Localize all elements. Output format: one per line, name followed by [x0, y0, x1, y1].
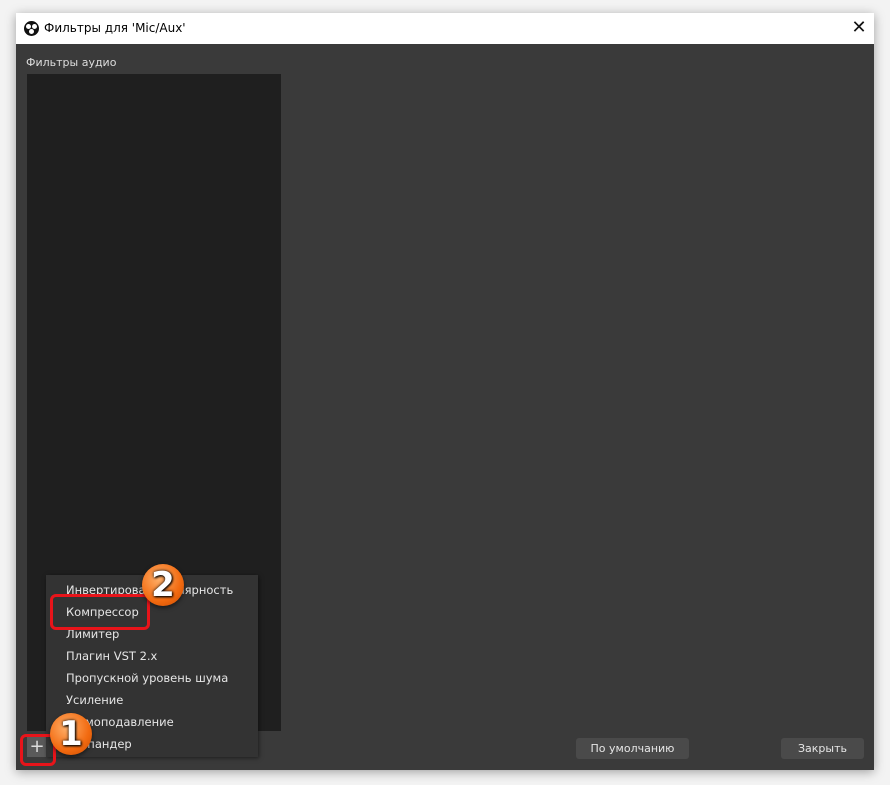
- title-bar: Фильтры для 'Mic/Aux' ✕: [16, 13, 874, 44]
- highlight-compressor: [50, 594, 150, 630]
- step-badge-1: 1: [50, 713, 92, 755]
- menu-item-gain[interactable]: Усиление: [66, 693, 123, 707]
- menu-item-vst-plugin[interactable]: Плагин VST 2.x: [66, 649, 157, 663]
- step-badge-2: 2: [142, 564, 184, 606]
- window-title: Фильтры для 'Mic/Aux': [44, 21, 186, 35]
- close-button[interactable]: Закрыть: [781, 738, 864, 759]
- audio-filters-label: Фильтры аудио: [26, 56, 117, 69]
- close-icon[interactable]: ✕: [844, 13, 874, 44]
- defaults-button[interactable]: По умолчанию: [576, 738, 689, 759]
- menu-item-noise-gate[interactable]: Пропускной уровень шума: [66, 671, 228, 685]
- obs-logo-icon: [24, 21, 39, 36]
